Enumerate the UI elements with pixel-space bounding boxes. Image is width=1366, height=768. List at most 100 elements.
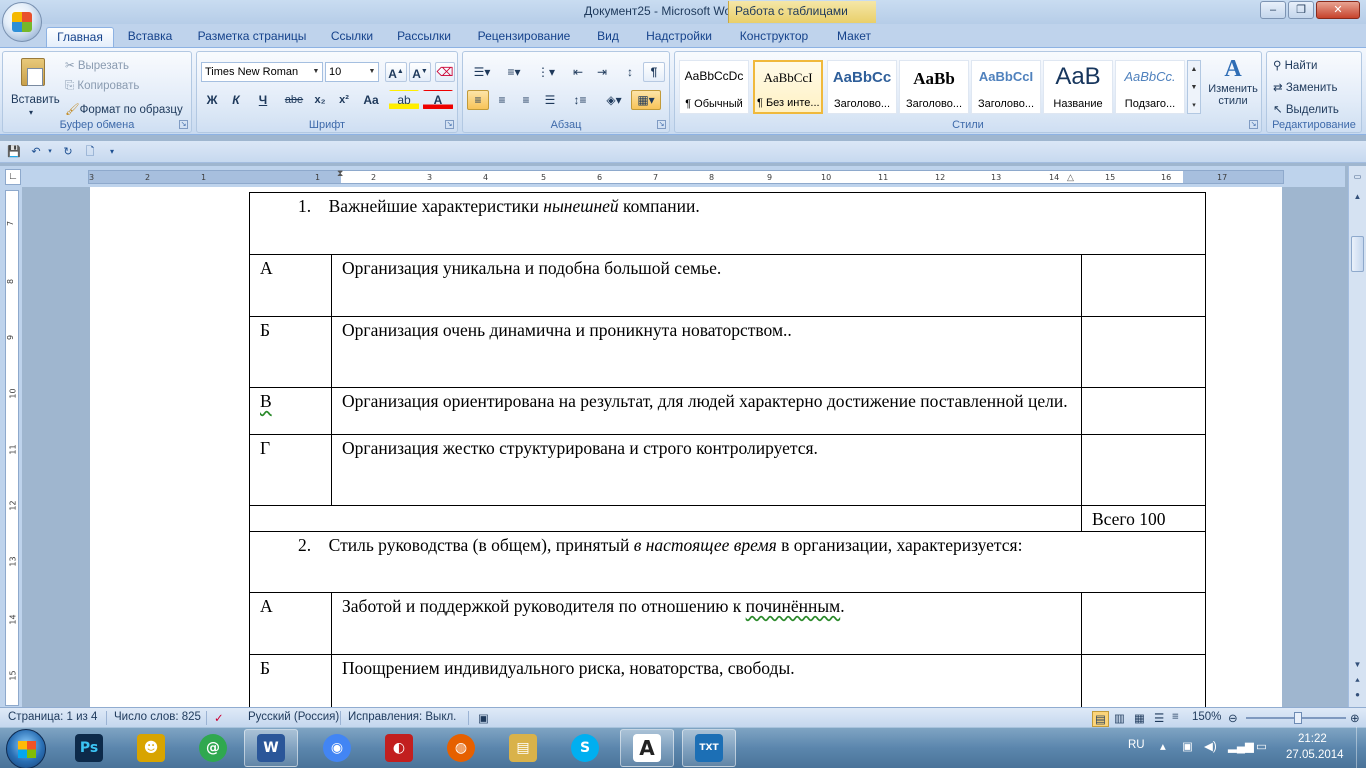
- zoom-level[interactable]: 150%: [1192, 711, 1221, 723]
- total-label-cell[interactable]: [249, 505, 1082, 532]
- questionnaire-table[interactable]: 1. Важнейшие характеристики нынешней ком…: [249, 192, 1206, 717]
- font-color-icon[interactable]: A: [423, 90, 453, 110]
- word-count[interactable]: Число слов: 825: [114, 711, 201, 723]
- style-heading-1[interactable]: AaBbCc Заголово...: [827, 60, 897, 114]
- multilevel-list-icon[interactable]: ⋮▾: [531, 62, 561, 82]
- option-letter[interactable]: В: [249, 387, 332, 435]
- font-launcher-icon[interactable]: ↘: [445, 120, 454, 129]
- track-changes-indicator[interactable]: Исправления: Выкл.: [348, 711, 456, 723]
- bullets-icon[interactable]: ☰▾: [467, 62, 497, 82]
- style-normal[interactable]: AaBbCcDc ¶ Обычный: [679, 60, 749, 114]
- question-2-cell[interactable]: 2. Стиль руководства (в общем), принятый…: [249, 531, 1206, 593]
- numbering-icon[interactable]: ≡▾: [499, 62, 529, 82]
- browse-object-icon[interactable]: ●: [1351, 688, 1364, 702]
- taskbar-app-active[interactable]: W: [244, 729, 298, 767]
- scroll-up-icon[interactable]: ▲: [1351, 190, 1364, 204]
- taskbar-app-active[interactable]: TXT: [682, 729, 736, 767]
- option-text[interactable]: Организация очень динамична и проникнута…: [331, 316, 1082, 388]
- decrease-indent-icon[interactable]: ⇤: [567, 62, 589, 82]
- option-text[interactable]: Организация жестко структурирована и стр…: [331, 434, 1082, 506]
- tab-home[interactable]: Главная: [46, 27, 114, 47]
- ruler-strip[interactable]: 3 2 1 1 2 3 4 5 6 7 8 9 10 11 12 13 14 1…: [88, 168, 1284, 184]
- shrink-font-icon[interactable]: A▼: [409, 62, 431, 82]
- zoom-in-icon[interactable]: ⊕: [1350, 711, 1360, 725]
- vertical-scrollbar[interactable]: ▭ ▲ ▼ ⯅ ●: [1348, 166, 1366, 707]
- taskbar-app[interactable]: Ps: [62, 729, 116, 767]
- tab-view[interactable]: Вид: [590, 27, 626, 47]
- sort-icon[interactable]: ↕: [619, 62, 641, 82]
- language-indicator[interactable]: Русский (Россия): [248, 711, 339, 723]
- vertical-ruler-strip[interactable]: 7 8 9 10 11 12 13 14 15: [5, 190, 19, 706]
- paragraph-launcher-icon[interactable]: ↘: [657, 120, 666, 129]
- score-cell[interactable]: [1081, 434, 1206, 506]
- strikethrough-button[interactable]: abe: [281, 90, 307, 110]
- minimize-button[interactable]: –: [1260, 1, 1286, 19]
- document-page[interactable]: 1. Важнейшие характеристики нынешней ком…: [90, 187, 1282, 717]
- shading-icon[interactable]: ◈▾: [599, 90, 629, 110]
- italic-button[interactable]: К: [225, 90, 247, 110]
- show-desktop-button[interactable]: [1356, 727, 1366, 768]
- show-hidden-icons-icon[interactable]: ▴: [1160, 739, 1166, 753]
- undo-dropdown-icon[interactable]: ▾: [42, 144, 58, 160]
- change-case-button[interactable]: Aa: [357, 90, 385, 110]
- clock-time[interactable]: 21:22: [1298, 733, 1327, 745]
- score-cell[interactable]: [1081, 592, 1206, 655]
- zoom-slider-thumb[interactable]: [1294, 712, 1302, 724]
- find-button[interactable]: ⚲ Найти: [1273, 58, 1317, 72]
- tab-page-layout[interactable]: Разметка страницы: [190, 27, 314, 47]
- scrollbar-thumb[interactable]: [1351, 236, 1364, 272]
- tab-review[interactable]: Рецензирование: [468, 27, 580, 47]
- scroll-down-icon[interactable]: ▼: [1351, 658, 1364, 672]
- copy-button[interactable]: ⎘ Копировать: [65, 80, 139, 93]
- superscript-button[interactable]: x²: [333, 90, 355, 110]
- tab-mailings[interactable]: Рассылки: [390, 27, 458, 47]
- bold-button[interactable]: Ж: [201, 90, 223, 110]
- tab-design[interactable]: Конструктор: [732, 27, 816, 47]
- replace-button[interactable]: ⇄ Заменить: [1273, 80, 1338, 94]
- format-painter-button[interactable]: 🖌Формат по образцу: [65, 102, 183, 116]
- subscript-button[interactable]: x₂: [309, 90, 331, 110]
- option-letter[interactable]: А: [249, 254, 332, 317]
- borders-icon[interactable]: ▦▾: [631, 90, 661, 110]
- show-marks-icon[interactable]: ¶: [643, 62, 665, 82]
- line-spacing-icon[interactable]: ↕≡: [565, 90, 595, 110]
- cut-button[interactable]: ✂ Вырезать: [65, 58, 129, 72]
- print-layout-icon[interactable]: ▤: [1092, 711, 1109, 727]
- save-icon[interactable]: 💾: [6, 144, 22, 160]
- taskbar-app[interactable]: ◐: [372, 729, 426, 767]
- zoom-out-icon[interactable]: ⊖: [1228, 711, 1238, 725]
- total-cell[interactable]: Всего 100: [1081, 505, 1206, 532]
- customize-qat-icon[interactable]: ▾: [104, 144, 120, 160]
- option-letter[interactable]: А: [249, 592, 332, 655]
- taskbar-app[interactable]: ▤: [496, 729, 550, 767]
- draft-icon[interactable]: ≡: [1172, 711, 1179, 723]
- style-title[interactable]: AaB Название: [1043, 60, 1113, 114]
- score-cell[interactable]: [1081, 254, 1206, 317]
- volume-icon[interactable]: ◀): [1204, 739, 1217, 753]
- clear-format-icon[interactable]: ⌫: [435, 62, 455, 82]
- grow-font-icon[interactable]: A▲: [385, 62, 407, 82]
- score-cell[interactable]: [1081, 387, 1206, 435]
- page-indicator[interactable]: Страница: 1 из 4: [8, 711, 97, 723]
- align-right-icon[interactable]: ≡: [515, 90, 537, 110]
- network-device-icon[interactable]: ▣: [1182, 739, 1193, 753]
- start-button[interactable]: [6, 729, 46, 768]
- tab-references[interactable]: Ссылки: [324, 27, 380, 47]
- align-center-icon[interactable]: ≡: [491, 90, 513, 110]
- option-text[interactable]: Организация ориентирована на результат, …: [331, 387, 1082, 435]
- style-heading-3[interactable]: AaBbCcI Заголово...: [971, 60, 1041, 114]
- select-button[interactable]: ↖ Выделить: [1273, 102, 1339, 116]
- ruler-toggle-icon[interactable]: ▭: [1351, 170, 1364, 184]
- battery-icon[interactable]: ▭: [1256, 739, 1267, 753]
- option-letter[interactable]: Г: [249, 434, 332, 506]
- web-layout-icon[interactable]: ▦: [1134, 711, 1145, 725]
- outline-icon[interactable]: ☰: [1154, 711, 1164, 725]
- proofing-icon[interactable]: ✓: [214, 711, 224, 725]
- increase-indent-icon[interactable]: ⇥: [591, 62, 613, 82]
- taskbar-app[interactable]: ◉: [310, 729, 364, 767]
- taskbar-app[interactable]: ☻: [124, 729, 178, 767]
- macro-record-icon[interactable]: ▣: [478, 711, 489, 725]
- align-left-icon[interactable]: ≡: [467, 90, 489, 110]
- score-cell[interactable]: [1081, 316, 1206, 388]
- style-no-spacing[interactable]: AaBbCcI ¶ Без инте...: [753, 60, 823, 114]
